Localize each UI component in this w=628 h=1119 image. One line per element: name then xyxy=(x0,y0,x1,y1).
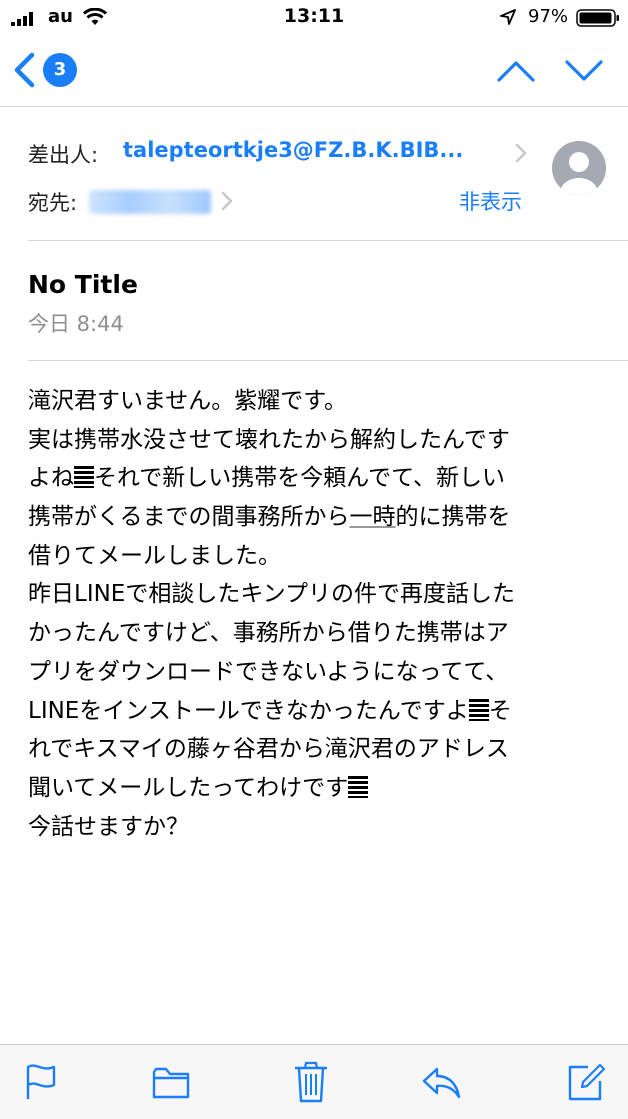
battery-icon xyxy=(576,9,619,27)
body-line: 今話せますか？ xyxy=(28,813,189,840)
bottom-toolbar xyxy=(0,1044,628,1119)
body-line: 借りてメールしました。 xyxy=(28,542,281,569)
from-label: 差出人: xyxy=(28,143,99,167)
back-chevron-icon xyxy=(14,52,35,88)
body-line: 滝沢君すいません。紫耀です。 xyxy=(28,388,348,414)
back-button[interactable]: 3 xyxy=(12,50,82,90)
folder-icon[interactable] xyxy=(151,1059,191,1103)
compose-icon[interactable] xyxy=(566,1059,606,1103)
emoji-placeholder xyxy=(348,775,369,798)
location-arrow-icon xyxy=(500,9,516,25)
chevron-right-icon xyxy=(221,191,233,211)
flag-icon[interactable] xyxy=(20,1059,60,1103)
hide-details-link[interactable]: 非表示 xyxy=(459,186,522,216)
body-line: よね それで新しい携帯を今頼んでて、新しい xyxy=(28,465,506,492)
emoji-placeholder xyxy=(74,466,94,489)
message-header: 差出人: talepteortkje3@FZ.B.K.BIB... 宛先: 非表… xyxy=(0,107,628,241)
subject-divider xyxy=(28,360,628,361)
reply-icon[interactable] xyxy=(421,1059,461,1103)
sender-address[interactable]: talepteortkje3@FZ.B.K.BIB... xyxy=(123,138,463,162)
emoji-placeholder xyxy=(468,698,489,721)
body-line: プリをダウンロードできないようになってて、 xyxy=(28,658,509,685)
message-date: 今日 8:44 xyxy=(28,312,124,336)
message-subject: No Title xyxy=(28,270,138,299)
previous-message-button[interactable] xyxy=(496,58,536,84)
next-message-button[interactable] xyxy=(564,58,604,84)
body-line: かったんですけど、事務所から借りた携帯はア xyxy=(28,620,509,647)
status-bar: au 13:11 97% xyxy=(0,0,628,36)
mail-nav-bar: 3 xyxy=(0,36,628,107)
body-line: 実は携帯水没させて壊れたから解約したんです xyxy=(28,426,510,453)
to-label: 宛先: xyxy=(28,191,78,215)
battery-percent: 97% xyxy=(528,6,569,27)
sender-avatar-icon[interactable] xyxy=(552,141,606,195)
body-line: 昨日LINEで相談したキンプリの件で再度話した xyxy=(28,581,515,608)
body-line: LINEをインストールできなかったんですよそ xyxy=(28,697,512,724)
body-line: 聞いてメールしたってわけです xyxy=(28,769,608,808)
recipient-address-blurred[interactable] xyxy=(89,190,211,214)
trash-icon[interactable] xyxy=(291,1059,331,1103)
unread-count-badge: 3 xyxy=(43,53,77,87)
chevron-right-icon xyxy=(515,143,527,163)
body-line: 携帯がくるまでの間事務所から一時的に携帯を xyxy=(28,504,511,531)
body-line: れでキスマイの藤ヶ谷君から滝沢君のアドレス xyxy=(28,736,509,763)
message-body: 滝沢君すいません。紫耀です。 実は携帯水没させて壊れたから解約したんです よねそ… xyxy=(28,382,608,846)
header-divider xyxy=(28,240,628,241)
detected-link[interactable]: 一時 xyxy=(350,504,396,530)
